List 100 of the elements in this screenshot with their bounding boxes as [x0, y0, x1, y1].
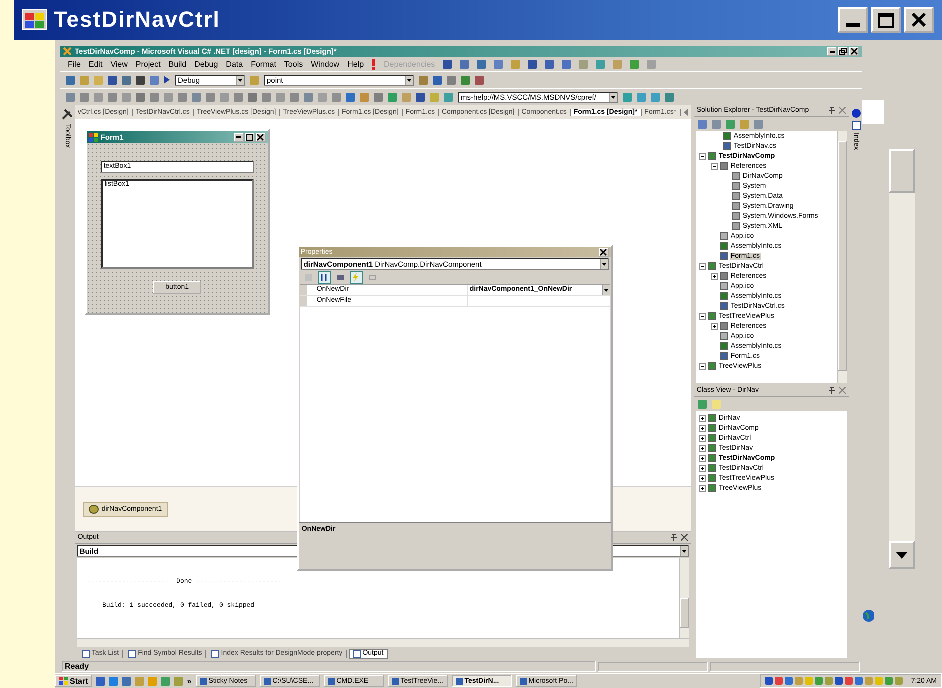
expander-icon[interactable] — [710, 272, 718, 280]
page-icon — [368, 275, 376, 280]
code-icon — [720, 242, 728, 250]
expander-icon[interactable] — [698, 474, 706, 482]
scroll-down-button[interactable] — [889, 541, 915, 569]
window-app-icon — [22, 9, 48, 31]
menu-item[interactable]: Format — [251, 60, 276, 68]
down-arrow-icon — [896, 552, 908, 558]
project-icon — [708, 152, 716, 160]
menu-item[interactable]: Build — [168, 60, 187, 68]
menu-item[interactable]: Window — [311, 60, 340, 68]
caret-icon — [604, 288, 609, 292]
vertical-scrollbar[interactable] — [889, 149, 915, 569]
menu-item[interactable]: Help — [348, 60, 364, 68]
references-icon — [720, 322, 728, 330]
maximize-icon — [246, 134, 254, 140]
expander-icon[interactable] — [698, 424, 706, 432]
scrollbar-thumb[interactable] — [889, 149, 915, 193]
minimize-icon — [830, 50, 834, 52]
project-icon — [708, 312, 716, 320]
text-field[interactable] — [862, 100, 884, 124]
ico-icon — [720, 332, 728, 340]
expander-icon[interactable] — [710, 322, 718, 330]
caret-icon — [682, 550, 687, 552]
close-button[interactable] — [849, 47, 859, 56]
menu-item[interactable]: Data — [226, 60, 244, 68]
expander-icon[interactable] — [698, 454, 706, 462]
pin-icon[interactable] — [670, 534, 677, 542]
dropdown-button[interactable] — [680, 546, 688, 556]
alphabetical-view-button[interactable] — [318, 271, 331, 284]
expander-icon[interactable] — [698, 464, 706, 472]
expander-icon[interactable] — [698, 362, 706, 370]
restore-button[interactable] — [838, 47, 848, 56]
menu-item[interactable]: Edit — [88, 60, 103, 68]
pin-icon[interactable] — [829, 106, 836, 114]
form-icon — [88, 132, 98, 142]
window-icon — [392, 678, 399, 684]
close-icon — [257, 134, 264, 140]
expander-icon[interactable] — [698, 444, 706, 452]
start-button[interactable]: Start — [55, 675, 92, 687]
horizontal-scrollbar[interactable] — [76, 638, 689, 647]
minimize-button[interactable] — [234, 132, 244, 142]
overflow-button[interactable]: » — [187, 676, 192, 686]
menu-item[interactable]: Project — [136, 60, 161, 68]
ide-app-icon — [63, 47, 72, 56]
expander-icon[interactable] — [698, 484, 706, 492]
window-icon — [456, 678, 463, 684]
window-icon — [520, 678, 527, 684]
form-icon — [720, 252, 728, 260]
menu-item[interactable]: File — [68, 60, 81, 68]
status-text: Ready — [62, 661, 596, 672]
vertical-scrollbar[interactable] — [837, 131, 848, 383]
close-icon — [600, 248, 608, 256]
tools-icon — [62, 109, 73, 120]
expander-icon[interactable] — [698, 414, 706, 422]
code-file-icon — [722, 132, 731, 140]
window-icon — [264, 678, 271, 684]
pin-icon[interactable] — [829, 386, 836, 394]
close-icon[interactable] — [680, 534, 688, 541]
minimize-icon — [846, 23, 860, 27]
start-icon[interactable] — [164, 76, 170, 84]
menu-item[interactable]: Tools — [284, 60, 304, 68]
flag-icon — [59, 677, 68, 685]
close-icon — [912, 13, 926, 27]
tab-icon — [352, 650, 361, 658]
events-view-button[interactable] — [350, 271, 363, 284]
tab-icon — [211, 650, 220, 658]
maximize-button[interactable] — [244, 132, 255, 142]
references-icon — [720, 272, 728, 280]
lightning-icon — [353, 273, 360, 282]
caret-icon — [611, 96, 616, 98]
close-button[interactable] — [598, 248, 609, 256]
close-button[interactable] — [256, 132, 266, 142]
vertical-scrollbar[interactable] — [678, 558, 689, 638]
menu-item[interactable]: Debug — [194, 60, 218, 68]
window-icon — [200, 678, 207, 684]
ico-icon — [720, 282, 728, 290]
minimize-button[interactable] — [838, 7, 868, 33]
expander-icon[interactable] — [698, 312, 706, 320]
expander-icon[interactable] — [710, 162, 718, 170]
tab-icon — [82, 650, 90, 658]
component-icon — [88, 504, 99, 514]
form-file-icon — [722, 142, 731, 150]
references-icon — [720, 162, 728, 170]
project-icon — [708, 362, 716, 370]
exclamation-icon — [372, 58, 376, 70]
code-icon — [720, 342, 728, 350]
form-icon — [720, 352, 728, 360]
tab-icon — [128, 650, 136, 658]
maximize-icon — [878, 12, 894, 28]
expander-icon[interactable] — [698, 434, 706, 442]
properties-icon — [336, 275, 344, 280]
restore-icon — [839, 48, 847, 55]
expander-icon[interactable] — [698, 262, 706, 270]
minimize-button[interactable] — [827, 47, 837, 56]
expander-icon[interactable] — [698, 152, 706, 160]
project-icon — [708, 262, 716, 270]
form-icon — [720, 302, 728, 310]
caret-icon — [602, 262, 607, 266]
menu-item[interactable]: View — [110, 60, 128, 68]
